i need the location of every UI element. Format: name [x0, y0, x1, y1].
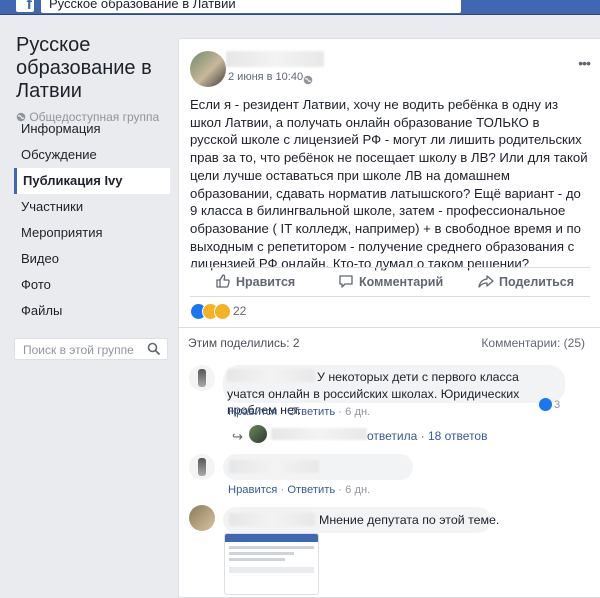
group-nav: Информация Обсуждение Публикация Ivy Уча… — [0, 116, 178, 324]
comment-time[interactable]: 6 дн. — [345, 484, 370, 496]
comment-reply-link[interactable]: Ответить — [287, 484, 335, 496]
replier-avatar[interactable] — [249, 425, 267, 443]
view-replies-link[interactable]: ответила · 18 ответов — [367, 429, 487, 443]
comment-reply-link[interactable]: Ответить — [287, 406, 335, 418]
more-options-icon[interactable]: ••• — [578, 55, 591, 71]
replier-name-redacted — [271, 428, 367, 440]
comment-time[interactable]: 6 дн. — [345, 406, 370, 418]
commenter-avatar[interactable] — [189, 365, 215, 391]
comment-bubble: У некоторых дети с первого класса учатся… — [223, 365, 565, 417]
top-search-value: Русское образование в Латвии — [49, 0, 236, 11]
sad-reaction-icon — [214, 303, 231, 320]
nav-item-info[interactable]: Информация — [0, 116, 178, 142]
group-sidebar: Русское образование в Латвии Общедоступн… — [0, 14, 178, 591]
comments-count[interactable]: Комментарии: (25) — [481, 336, 585, 350]
share-icon — [478, 275, 499, 289]
comment-like-badge-icon — [539, 398, 552, 411]
author-avatar[interactable] — [190, 51, 226, 87]
commenter-avatar[interactable] — [189, 505, 215, 531]
comment-label: Комментарий — [359, 275, 444, 289]
nav-item-members[interactable]: Участники — [0, 194, 178, 220]
comment-bubble: Мнение депутата по этой теме. — [223, 507, 499, 533]
comment-text: Мнение депутата по этой теме. — [319, 513, 500, 527]
facebook-logo-icon[interactable]: f — [16, 0, 34, 13]
attached-screenshot-image[interactable] — [224, 533, 319, 595]
comment-button[interactable]: Комментарий — [338, 273, 443, 289]
comment-like-link[interactable]: Нравится — [228, 484, 277, 496]
nav-item-photos[interactable]: Фото — [0, 272, 178, 298]
group-search-input[interactable] — [21, 340, 151, 360]
share-label: Поделиться — [499, 275, 575, 289]
nav-item-events[interactable]: Мероприятия — [0, 220, 178, 246]
commenter-avatar[interactable] — [189, 454, 215, 480]
top-navigation-bar: f Русское образование в Латвии — [0, 0, 600, 15]
nav-item-files[interactable]: Файлы — [0, 298, 178, 324]
comment-likes-count: 3 — [554, 399, 561, 411]
author-name-redacted — [226, 51, 324, 67]
post-actions: Нравится Комментарий Поделиться — [190, 267, 590, 297]
comment-bubble — [223, 454, 413, 480]
share-button[interactable]: Поделиться — [478, 273, 574, 289]
reactions-count: 22 — [233, 304, 247, 318]
comment-meta: Нравится · Ответить · 6 дн. — [228, 484, 371, 496]
comment-content-redacted — [229, 460, 319, 473]
top-search-input[interactable]: Русское образование в Латвии — [41, 0, 461, 13]
group-title[interactable]: Русское образование в Латвии — [16, 34, 166, 103]
shares-count[interactable]: Этим поделились: 2 — [188, 336, 300, 350]
post-text: Если я - резидент Латвии, хочу не водить… — [190, 97, 588, 272]
reply-arrow-icon: ↪ — [232, 429, 243, 444]
like-button[interactable]: Нравится — [215, 273, 295, 289]
comment-like-link[interactable]: Нравится — [228, 406, 277, 418]
post-date[interactable]: 2 июня в 10:40 — [228, 71, 303, 83]
commenter-name-redacted — [229, 513, 315, 526]
nav-item-videos[interactable]: Видео — [0, 246, 178, 272]
search-icon[interactable] — [147, 342, 161, 356]
post-card: 2 июня в 10:40 ••• Если я - резидент Лат… — [178, 38, 600, 598]
comment-icon — [338, 275, 359, 289]
thumbs-up-icon — [215, 274, 236, 289]
stats-divider — [179, 327, 600, 328]
like-label: Нравится — [236, 275, 296, 289]
nav-item-post-ivy[interactable]: Публикация Ivy — [14, 168, 170, 194]
comment-meta: Нравится · Ответить · 6 дн. — [228, 406, 371, 418]
nav-item-discussion[interactable]: Обсуждение — [0, 142, 178, 168]
audience-globe-icon — [303, 72, 313, 85]
group-search-box — [14, 338, 168, 360]
screenshot-header — [225, 534, 318, 542]
